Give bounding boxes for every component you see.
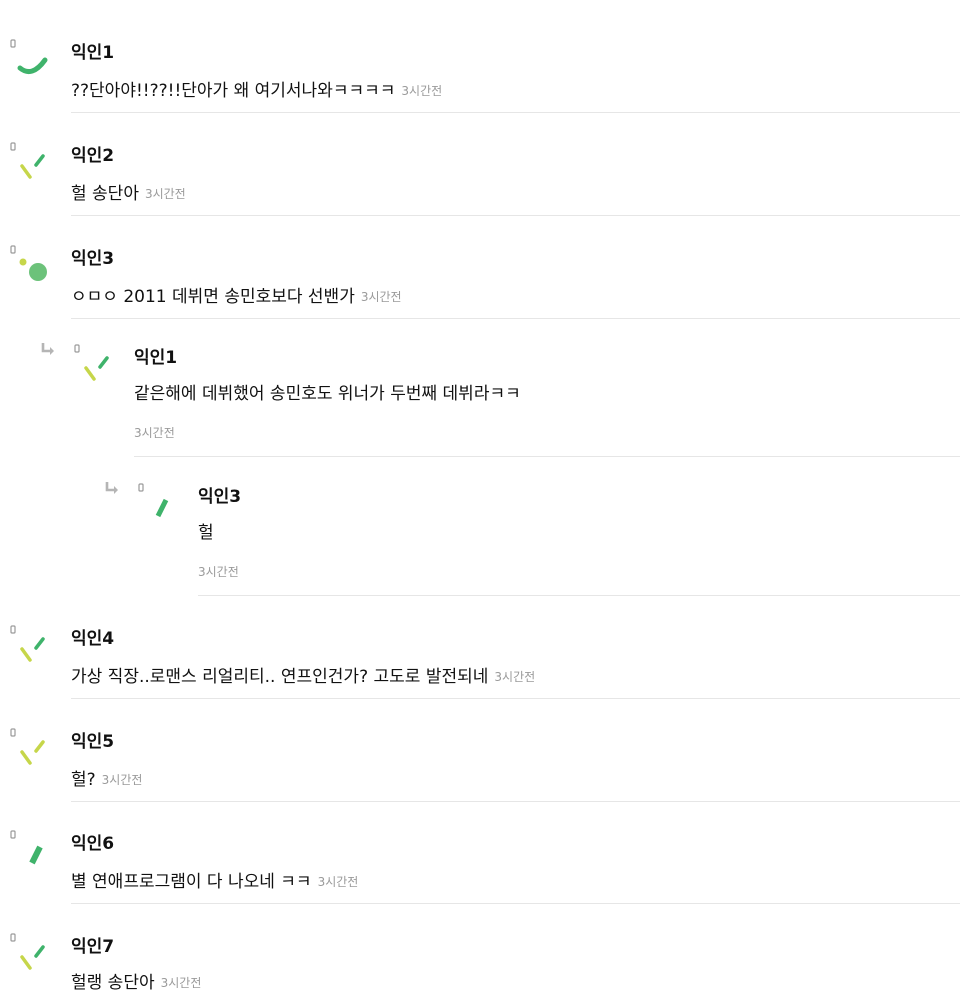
avatar — [8, 624, 56, 672]
comment-text: 헐 — [198, 523, 214, 543]
comment-text-body: 헐? — [71, 770, 96, 790]
comment-text-body: 헐 송단아 — [71, 184, 139, 204]
comment-text: 같은해에 데뷔했어 송민호도 위너가 두번째 데뷔라ㅋㅋ — [134, 384, 521, 404]
comment-text: 헐? 3시간전 — [71, 765, 142, 790]
comment-timestamp: 3시간전 — [401, 84, 443, 98]
comment-text: ㅇㅁㅇ 2011 데뷔면 송민호보다 선밴가 3시간전 — [71, 282, 402, 307]
comment-timestamp: 3시간전 — [198, 565, 239, 579]
comment-timestamp: 3시간전 — [144, 187, 186, 201]
comment-timestamp: 3시간전 — [101, 773, 143, 787]
comment-text-body: ㅇㅁㅇ 2011 데뷔면 송민호보다 선밴가 — [71, 287, 355, 307]
avatar — [72, 343, 120, 391]
comment-text: 가상 직장..로맨스 리얼리티.. 연프인건가? 고도로 발전되네 3시간전 — [71, 662, 535, 687]
comment-timestamp: 3시간전 — [317, 875, 359, 889]
comment-text-body: 헐랭 송단아 — [71, 973, 155, 993]
divider — [71, 112, 960, 113]
reply-arrow-icon — [40, 342, 56, 356]
comment-timestamp: 3시간전 — [134, 426, 175, 440]
avatar — [8, 38, 56, 86]
comment-timestamp: 3시간전 — [494, 670, 536, 684]
comment-author[interactable]: 익인3 — [198, 482, 241, 507]
divider — [71, 903, 960, 904]
avatar — [8, 244, 56, 292]
comment-text: 헐 송단아 3시간전 — [71, 179, 186, 204]
divider — [71, 801, 960, 802]
divider — [71, 318, 960, 319]
avatar — [8, 727, 56, 775]
comment-author[interactable]: 익인7 — [71, 932, 114, 957]
comment-text-body: 가상 직장..로맨스 리얼리티.. 연프인건가? 고도로 발전되네 — [71, 667, 489, 687]
divider — [71, 698, 960, 699]
avatar — [8, 932, 56, 980]
comment-author[interactable]: 익인6 — [71, 829, 114, 854]
comment-text-body: 별 연애프로그램이 다 나오네 ㅋㅋ — [71, 872, 312, 892]
comment-author[interactable]: 익인1 — [71, 38, 114, 63]
reply-arrow-icon — [104, 481, 120, 495]
comment-text-body: ??단아야!!??!!단아가 왜 여기서나와ㅋㅋㅋㅋ — [71, 81, 396, 101]
comment-text: 헐랭 송단아 3시간전 — [71, 968, 201, 993]
avatar — [8, 141, 56, 189]
avatar — [136, 482, 184, 530]
divider — [198, 595, 960, 596]
comment-text: 별 연애프로그램이 다 나오네 ㅋㅋ 3시간전 — [71, 867, 358, 892]
comment-timestamp: 3시간전 — [360, 290, 402, 304]
comment-author[interactable]: 익인3 — [71, 244, 114, 269]
comment-author[interactable]: 익인5 — [71, 727, 114, 752]
comment-timestamp: 3시간전 — [160, 976, 202, 990]
comment-author[interactable]: 익인1 — [134, 343, 177, 368]
comment-author[interactable]: 익인2 — [71, 141, 114, 166]
avatar — [8, 829, 56, 877]
divider — [71, 215, 960, 216]
comment-author[interactable]: 익인4 — [71, 624, 114, 649]
divider — [134, 456, 960, 457]
comment-text: ??단아야!!??!!단아가 왜 여기서나와ㅋㅋㅋㅋ 3시간전 — [71, 76, 442, 101]
